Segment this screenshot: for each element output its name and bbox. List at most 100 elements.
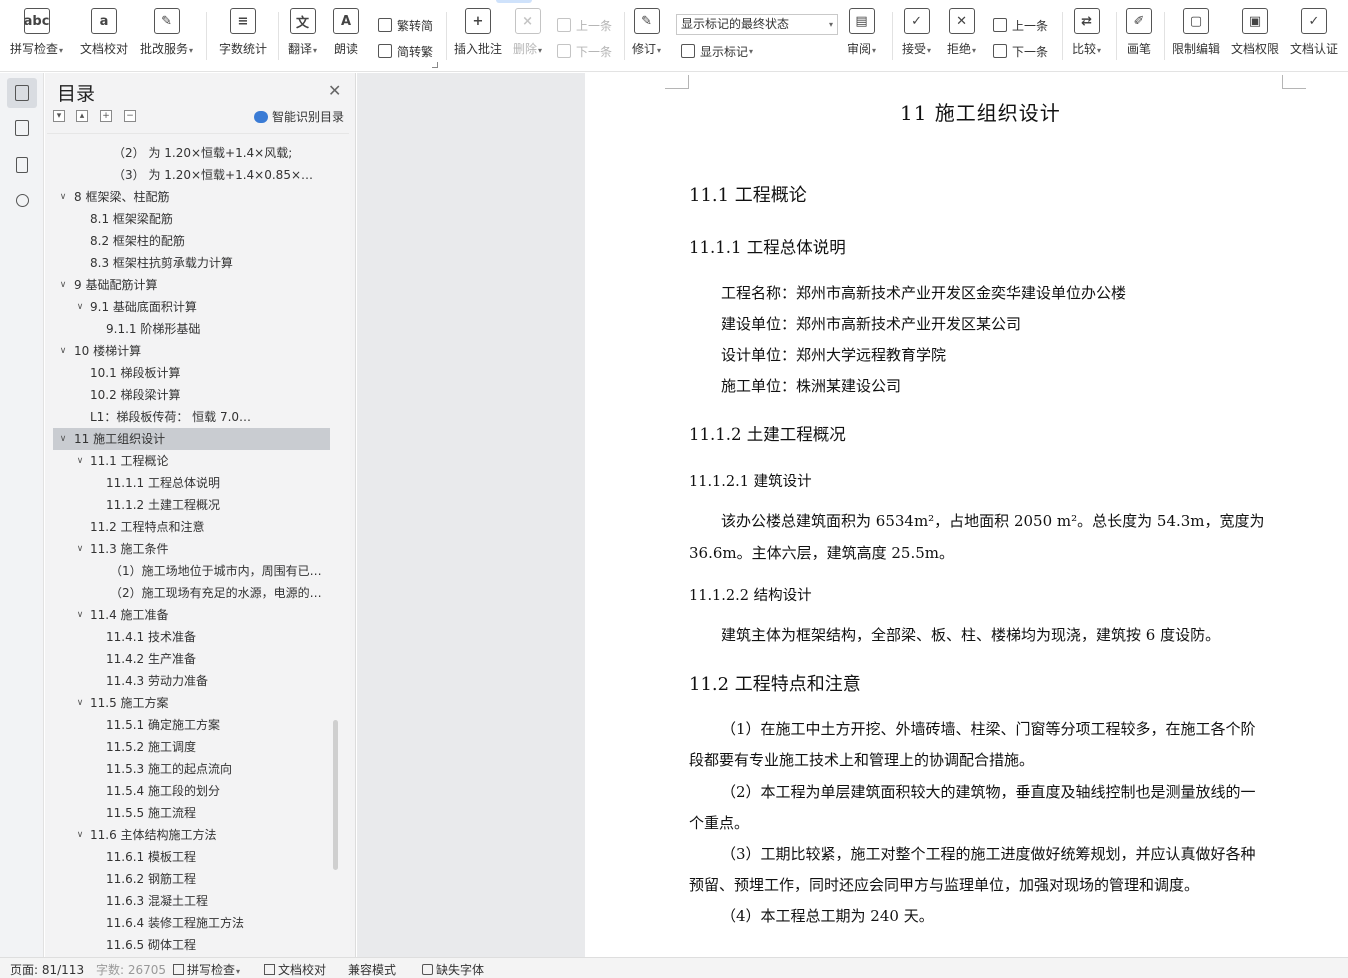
compat-mode-status[interactable]: 兼容模式: [348, 961, 396, 978]
doc-permission-button[interactable]: ▣ 文档权限: [1231, 8, 1279, 64]
spell-check-status[interactable]: 拼写检查▾: [173, 961, 240, 978]
toc-item[interactable]: 11.3 施工条件: [90, 538, 320, 560]
ink-button[interactable]: ✐ 画笔: [1126, 8, 1152, 64]
restrict-edit-button[interactable]: ▢ 限制编辑: [1172, 8, 1220, 64]
reject-button[interactable]: ✕ 拒绝▾: [947, 8, 976, 64]
insert-comment-button[interactable]: + 插入批注: [454, 8, 502, 64]
toc-item[interactable]: 11.5.4 施工段的划分: [106, 780, 321, 802]
toc-item[interactable]: 9.1 基础底面积计算: [90, 296, 320, 318]
bookmark-panel-button[interactable]: [7, 150, 37, 180]
toc-item[interactable]: 8.1 框架梁配筋: [90, 208, 320, 230]
toc-item[interactable]: （3） 为 1.20×恒载+1.4×0.85×（风…: [113, 164, 323, 186]
toc-item[interactable]: 11.5 施工方案: [90, 692, 320, 714]
smart-toc-button[interactable]: 智能识别目录: [254, 108, 344, 125]
simp-to-trad-button[interactable]: 简转繁: [378, 42, 433, 60]
toc-item-selected[interactable]: 11 施工组织设计: [53, 428, 330, 450]
toc-item[interactable]: 10.1 梯段板计算: [90, 362, 320, 384]
dialog-launcher-icon[interactable]: [432, 62, 438, 68]
collapse-all-icon[interactable]: ▴: [76, 110, 88, 122]
toc-item[interactable]: 11.4.3 劳动力准备: [106, 670, 321, 692]
next-comment-button[interactable]: 下一条: [557, 42, 612, 60]
remove-heading-icon[interactable]: −: [124, 110, 136, 122]
toc-item[interactable]: 11.5.3 施工的起点流向: [106, 758, 321, 780]
structure-panel-button[interactable]: [7, 113, 37, 143]
prev-change-icon: [993, 18, 1007, 32]
toc-item[interactable]: 11.4 施工准备: [90, 604, 320, 626]
track-changes-button[interactable]: ✎ 修订▾: [632, 8, 661, 64]
toc-item[interactable]: 11.6.2 钢筋工程: [106, 868, 321, 890]
doc-certify-button[interactable]: ✓ 文档认证: [1290, 8, 1338, 64]
toc-item[interactable]: 11.5.2 施工调度: [106, 736, 321, 758]
compare-button[interactable]: ⇄ 比较▾: [1072, 8, 1101, 64]
search-panel-button[interactable]: [7, 185, 37, 215]
toc-item[interactable]: 11.1 工程概论: [90, 450, 320, 472]
show-markup-button[interactable]: 显示标记 ▾: [681, 42, 753, 60]
review-button[interactable]: ▤ 审阅▾: [847, 8, 876, 64]
toc-item[interactable]: 10.2 梯段梁计算: [90, 384, 320, 406]
next-change-button[interactable]: 下一条: [993, 42, 1048, 60]
collapse-arrow-icon[interactable]: ∨: [74, 692, 86, 714]
add-heading-icon[interactable]: +: [100, 110, 112, 122]
word-count-button[interactable]: ≡ 字数统计: [219, 8, 267, 64]
toc-item[interactable]: 8 框架梁、柱配筋: [74, 186, 324, 208]
collapse-arrow-icon[interactable]: ∨: [74, 450, 86, 472]
collapse-arrow-icon[interactable]: ∨: [57, 274, 69, 296]
toc-item[interactable]: 11.5.1 确定施工方案: [106, 714, 321, 736]
toc-item[interactable]: 10 楼梯计算: [74, 340, 324, 362]
toc-item[interactable]: 11.6.3 混凝土工程: [106, 890, 321, 912]
toc-item[interactable]: （2）施工现场有充足的水源，电源的…: [110, 582, 324, 604]
toc-item[interactable]: （2） 为 1.20×恒载+1.4×风载;: [113, 142, 323, 164]
ribbon-separator: [278, 12, 279, 60]
permission-icon: ▣: [1242, 8, 1268, 34]
toc-item[interactable]: 8.3 框架柱抗剪承载力计算: [90, 252, 320, 274]
collapse-arrow-icon[interactable]: ∨: [57, 428, 69, 450]
toc-item[interactable]: L1：梯段板传荷： 恒载 7.0…: [90, 406, 322, 428]
toc-item[interactable]: （1）施工场地位于城市内，周围有已…: [110, 560, 324, 582]
read-aloud-button[interactable]: A 朗读: [333, 8, 359, 64]
collapse-arrow-icon[interactable]: ∨: [74, 296, 86, 318]
toc-item[interactable]: 11.6.4 装修工程施工方法: [106, 912, 321, 934]
collapse-arrow-icon[interactable]: ∨: [57, 340, 69, 362]
revise-service-button[interactable]: ✎ 批改服务▾: [140, 8, 193, 64]
toc-item[interactable]: 8.2 框架柱的配筋: [90, 230, 320, 252]
markup-state-select[interactable]: 显示标记的最终状态 ▾: [676, 14, 838, 35]
doc-proofread-button[interactable]: a 文档校对: [80, 8, 128, 64]
proofread-status[interactable]: 文档校对: [264, 961, 326, 978]
toc-item[interactable]: 11.6 主体结构施工方法: [90, 824, 320, 846]
toc-item[interactable]: 11.2 工程特点和注意: [90, 516, 320, 538]
toc-item[interactable]: 11.5.5 施工流程: [106, 802, 321, 824]
prev-change-button[interactable]: 上一条: [993, 16, 1048, 34]
toc-item[interactable]: 9 基础配筋计算: [74, 274, 324, 296]
collapse-arrow-icon[interactable]: ∨: [57, 186, 69, 208]
word-count-status[interactable]: 字数: 26705: [96, 961, 166, 978]
delete-comment-icon: ×: [514, 8, 541, 34]
delete-comment-button[interactable]: × 删除▾: [513, 8, 542, 64]
toc-item[interactable]: 11.6.5 砌体工程: [106, 934, 321, 956]
show-markup-icon: [681, 44, 695, 58]
trad-to-simp-button[interactable]: 繁转简: [378, 16, 433, 34]
page-indicator[interactable]: 页面: 81/113: [10, 961, 84, 978]
translate-icon: 文: [289, 8, 316, 34]
revise-service-icon: ✎: [153, 8, 180, 34]
missing-font-status[interactable]: 缺失字体: [422, 961, 484, 978]
toc-panel-button[interactable]: [7, 78, 37, 108]
collapse-arrow-icon[interactable]: ∨: [74, 604, 86, 626]
close-icon[interactable]: ✕: [328, 81, 341, 100]
collapse-arrow-icon[interactable]: ∨: [74, 824, 86, 846]
toc-item[interactable]: 11.1.1 工程总体说明: [106, 472, 321, 494]
accept-button[interactable]: ✓ 接受▾: [902, 8, 931, 64]
missing-font-label: 缺失字体: [436, 963, 485, 977]
toc-item[interactable]: 9.1.1 阶梯形基础: [106, 318, 321, 340]
toc-item[interactable]: 11.1.2 土建工程概况: [106, 494, 321, 516]
spell-check-button[interactable]: abc 拼写检查▾: [10, 8, 63, 64]
toc-scrollbar[interactable]: [333, 720, 338, 870]
collapse-arrow-icon[interactable]: ∨: [74, 538, 86, 560]
toc-item[interactable]: 11.4.1 技术准备: [106, 626, 321, 648]
paragraph: （1）在施工中土方开挖、外墙砖墙、柱梁、门窗等分项工程较多，在施工各个阶: [721, 720, 1256, 738]
section-heading: 11.1 工程概论: [689, 185, 807, 206]
prev-comment-button[interactable]: 上一条: [557, 16, 612, 34]
toc-item[interactable]: 11.4.2 生产准备: [106, 648, 321, 670]
toc-item[interactable]: 11.6.1 模板工程: [106, 846, 321, 868]
translate-button[interactable]: 文 翻译▾: [288, 8, 317, 64]
expand-all-icon[interactable]: ▾: [53, 110, 65, 122]
